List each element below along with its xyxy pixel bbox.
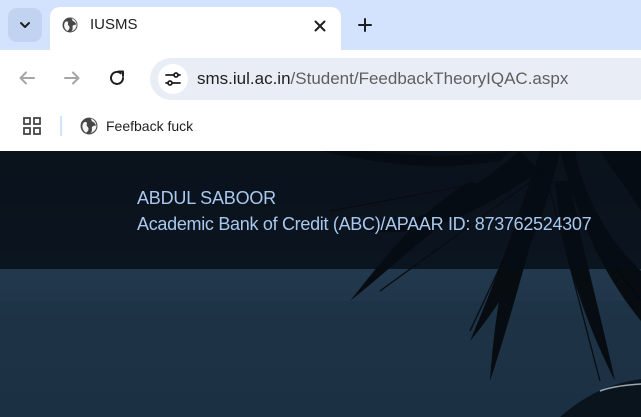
- close-icon: [314, 20, 326, 32]
- tab-strip: IUSMS: [0, 0, 641, 50]
- address-bar[interactable]: sms.iul.ac.in/Student/FeedbackTheoryIQAC…: [150, 58, 641, 100]
- page-content: ABDUL SABOOR Academic Bank of Credit (AB…: [0, 151, 641, 417]
- apps-grid-icon[interactable]: [22, 116, 42, 136]
- arrow-left-icon: [19, 71, 35, 85]
- new-tab-button[interactable]: [353, 13, 377, 37]
- forward-button[interactable]: [59, 65, 85, 91]
- bookmarks-bar: Feefback fuck: [0, 107, 641, 151]
- bookmark-item[interactable]: Feefback fuck: [80, 115, 193, 137]
- tab-close-button[interactable]: [310, 16, 330, 36]
- arrow-right-icon: [64, 71, 80, 85]
- student-abc-id: Academic Bank of Credit (ABC)/APAAR ID: …: [137, 214, 592, 234]
- tune-icon: [165, 72, 181, 86]
- tab-title: IUSMS: [90, 16, 138, 33]
- student-header: ABDUL SABOOR Academic Bank of Credit (AB…: [0, 151, 641, 269]
- bookmarks-separator: [60, 116, 62, 136]
- site-info-button[interactable]: [158, 64, 188, 94]
- tab-iusms[interactable]: IUSMS: [50, 7, 341, 50]
- tab-search-button[interactable]: [8, 8, 42, 42]
- url-path: /Student/FeedbackTheoryIQAC.aspx: [290, 69, 569, 88]
- back-button[interactable]: [14, 65, 40, 91]
- reload-button[interactable]: [104, 65, 130, 91]
- url-text[interactable]: sms.iul.ac.in/Student/FeedbackTheoryIQAC…: [197, 69, 568, 89]
- browser-toolbar: sms.iul.ac.in/Student/FeedbackTheoryIQAC…: [0, 50, 641, 107]
- globe-icon: [62, 17, 78, 33]
- reload-icon: [110, 70, 124, 85]
- chevron-down-icon: [20, 22, 30, 28]
- student-name: ABDUL SABOOR: [137, 188, 276, 208]
- bookmark-label: Feefback fuck: [106, 118, 194, 134]
- globe-icon: [80, 117, 98, 135]
- url-host: sms.iul.ac.in: [197, 69, 291, 88]
- plus-icon: [358, 18, 372, 32]
